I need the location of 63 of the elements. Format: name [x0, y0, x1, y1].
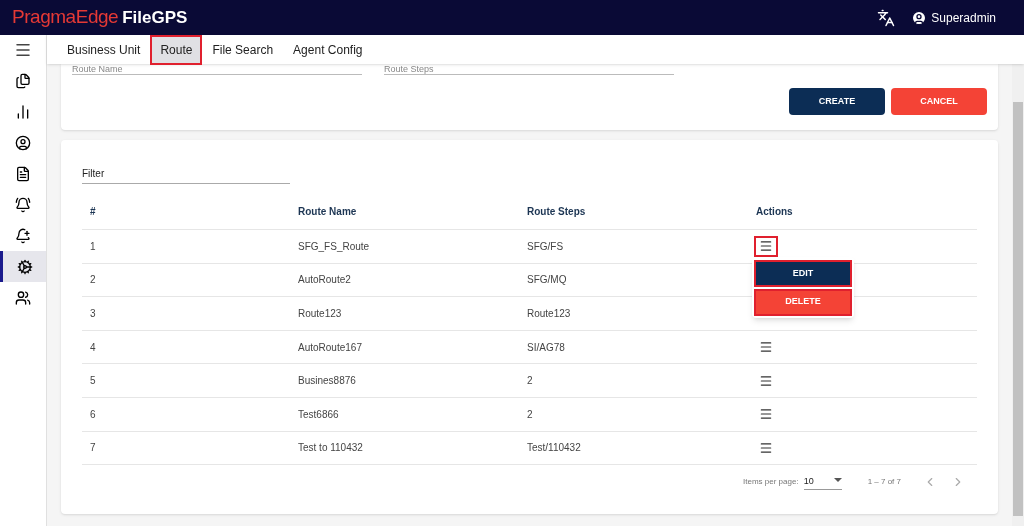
table-cell-text: 2	[90, 273, 97, 288]
column-header: Route Name	[298, 205, 358, 219]
table-cell-text: 2	[527, 374, 534, 389]
menu-icon	[759, 373, 773, 388]
menu-icon	[759, 239, 773, 254]
table-cell-text: 2	[527, 407, 534, 422]
table-cell-text: 4	[90, 340, 97, 355]
text-field[interactable]: Route Name	[72, 64, 362, 75]
table-cell-text: 3	[90, 307, 97, 321]
user-circle-icon	[15, 134, 31, 151]
tab[interactable]: Business Unit	[59, 36, 149, 63]
items-per-page-label: Items per page:	[743, 476, 799, 489]
bell-plus-icon	[15, 227, 31, 244]
menu-icon	[759, 340, 773, 355]
table-cell-text: Test6866	[298, 407, 340, 422]
brand-logo: PragmaEdge	[12, 5, 119, 30]
dropdown-arrow-icon	[833, 478, 842, 483]
column-header: #	[90, 205, 97, 219]
user-name[interactable]: Superadmin	[931, 8, 996, 27]
document-icon	[15, 165, 31, 182]
table-cell-text: AutoRoute2	[298, 273, 352, 288]
row-menu-button[interactable]	[756, 237, 776, 255]
table-cell-text: 1	[90, 239, 97, 254]
scrollbar-thumb[interactable]	[1013, 102, 1023, 516]
table-cell-text: 5	[90, 374, 97, 389]
column-header: Actions	[756, 205, 794, 219]
product-name: FileGPS	[122, 6, 188, 29]
column-header: Route Steps	[527, 205, 587, 219]
menu-item[interactable]: DELETE	[754, 288, 852, 316]
tab[interactable]: Route	[152, 36, 201, 63]
page-range: 1 – 7 of 7	[867, 476, 901, 489]
form-button[interactable]: CANCEL	[891, 88, 987, 115]
table-cell-text: Test to 110432	[298, 441, 364, 456]
text-field[interactable]: Route Steps	[384, 64, 674, 75]
bell-icon	[15, 196, 31, 213]
menu-icon	[759, 407, 773, 422]
table-cell-text: SI/AG78	[527, 340, 566, 355]
table-cell-text: 6	[90, 407, 97, 422]
users-icon	[15, 289, 31, 306]
sidebar-item[interactable]	[0, 251, 46, 282]
table-cell-text: SFG/MQ	[527, 273, 568, 288]
bar-chart-icon	[15, 103, 31, 120]
table-cell-text: Busines8876	[298, 374, 357, 389]
page-size-select[interactable]: 10	[803, 475, 842, 490]
menu-icon[interactable]	[14, 41, 32, 59]
table-cell-text: Route123	[527, 307, 572, 321]
files-icon	[15, 72, 31, 89]
user-icon[interactable]	[911, 9, 928, 26]
table-cell-text: SFG_FS_Route	[298, 239, 371, 254]
menu-icon	[759, 440, 773, 455]
menu-item[interactable]: EDIT	[754, 260, 852, 288]
form-button[interactable]: CREATE	[789, 88, 885, 115]
table-cell-text: Test/110432	[527, 441, 582, 456]
table-cell-text: Route123	[298, 307, 343, 321]
filter-field[interactable]: Filter	[82, 164, 290, 184]
table-cell-text: SFG/FS	[527, 239, 565, 254]
translate-icon[interactable]	[877, 8, 896, 27]
gear-icon	[16, 258, 33, 275]
table-cell-text: AutoRoute167	[298, 340, 363, 355]
table-cell-text: 7	[90, 441, 97, 456]
tab[interactable]: File Search	[204, 36, 282, 63]
scrollbar[interactable]	[1012, 64, 1024, 526]
tab[interactable]: Agent Config	[285, 36, 371, 63]
